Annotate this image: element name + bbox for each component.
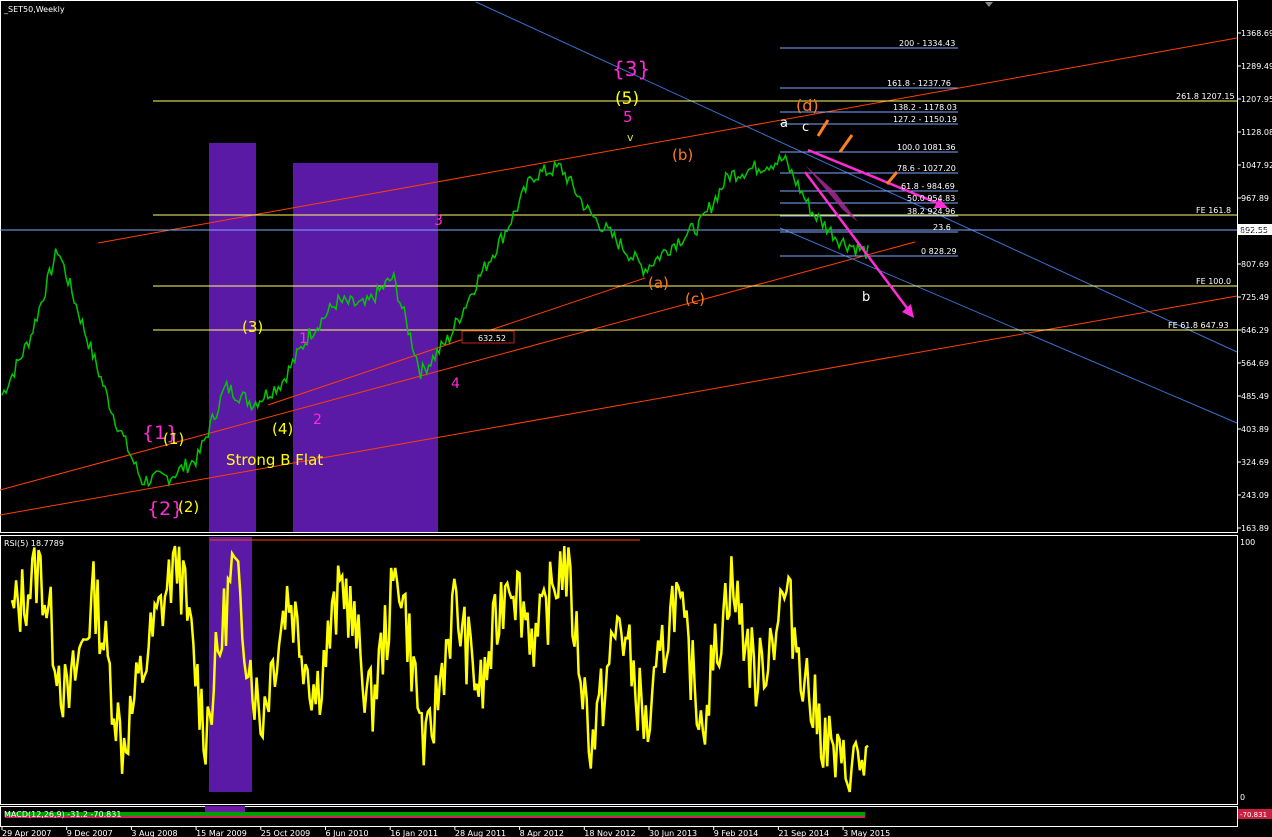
channel-mid (0, 241, 916, 491)
channel-upper (97, 37, 1238, 244)
fib-retracement-label: 50.0 954.83 (907, 194, 955, 203)
window-scroll-marker[interactable] (985, 2, 993, 7)
price-axis-label: 725.49 (1241, 293, 1269, 302)
time-axis-label: 21 Sep 2014 (778, 829, 829, 837)
fib-retracement-label: 78.6 - 1027.20 (897, 164, 956, 173)
wave-label: 5 (623, 108, 633, 126)
strong-b-flat-label: Strong B Flat (226, 451, 323, 469)
wave-label: 3 (434, 213, 443, 229)
price-axis-label: 892.55 (1241, 227, 1269, 236)
wave-label: v (627, 131, 634, 144)
price-axis-label: 1128.08 (1241, 128, 1272, 137)
fib-retracement-label: 200 - 1334.43 (899, 39, 955, 48)
rsi-pane-title: RSI(5) 18.7789 (4, 539, 64, 548)
wave-label: (5) (615, 89, 639, 109)
wave-label: (b) (672, 146, 693, 164)
price-axis-label: 807.69 (1241, 260, 1269, 269)
time-axis-label: 18 Nov 2012 (584, 829, 635, 837)
wave-label: a (780, 116, 788, 131)
time-axis-label: 6 Jun 2010 (326, 829, 369, 837)
wave-label: b (862, 290, 870, 305)
rsi-series-line (10, 545, 869, 793)
price-axis-label: 243.09 (1241, 491, 1269, 500)
time-axis-label: 30 Jun 2013 (649, 829, 697, 837)
fib-extension-label: FE 100.0 (1196, 277, 1231, 286)
wave-label: (1) (163, 430, 184, 448)
fib-extension-label: FE 61.8 647.93 (1168, 321, 1229, 330)
fib-retracement-label: 127.2 - 1150.19 (893, 115, 957, 124)
wave-label: (2) (178, 498, 199, 516)
magenta-arrowhead-2 (902, 304, 914, 318)
purple-zone-macd (205, 806, 245, 812)
wave-label: (4) (272, 420, 293, 438)
time-axis: 29 Apr 2007 9 Dec 2007 3 Aug 2008 15 Mar 20… (1, 826, 890, 837)
main-pane-title: _SET50,Weekly (3, 5, 65, 14)
fib-retracement-label: 138.2 - 1178.03 (893, 103, 957, 112)
price-axis-label: 485.49 (1241, 392, 1269, 401)
time-axis-label: 3 May 2015 (843, 829, 890, 837)
time-axis-label: 29 Apr 2007 (2, 829, 51, 837)
macd-histogram (5, 812, 865, 818)
wave-label: 2 (313, 412, 322, 428)
fib-retracement-label: 61.8 - 984.69 (901, 182, 955, 191)
time-axis-label: 9 Dec 2007 (67, 829, 113, 837)
fib-extension-label: 261.8 1207.15 (1176, 92, 1235, 101)
price-axis-label: 646.29 (1241, 326, 1269, 335)
price-axis-label: 403.89 (1241, 425, 1269, 434)
purple-zone-2 (293, 163, 438, 532)
wave-label: c (802, 120, 809, 135)
fib-retracement-label: 100.0 1081.36 (897, 143, 956, 152)
magenta-arrow-line-2 (804, 171, 911, 313)
price-axis-label: 1368.69 (1241, 29, 1272, 38)
fib-retracement-label: 0 828.29 (921, 247, 957, 256)
macd-pane-title: MACD(12,26,9) -31.2 -70.831 (4, 810, 121, 819)
fib-extension-label: FE 161.8 (1196, 206, 1231, 215)
channel-lower (0, 295, 1238, 516)
rsi-axis-max: 100 (1240, 538, 1255, 547)
time-axis-label: 28 Aug 2011 (455, 829, 506, 837)
wave-label: 4 (451, 376, 460, 392)
price-axis-label: 1289.49 (1241, 62, 1272, 71)
fib-retracement-label: 23.6 (933, 223, 951, 232)
time-axis-label: 25 Oct 2009 (261, 829, 310, 837)
time-axis-label: 15 Mar 2009 (196, 829, 247, 837)
fib-retracement-label: 161.8 - 1237.76 (887, 79, 951, 88)
blue-downtrend-1 (475, 1, 1238, 353)
price-axis-label: 1047.92 (1241, 161, 1272, 170)
price-axis: 1368.69 1289.49 1207.95 1128.08 1047.92 967.8… (1237, 29, 1272, 533)
wave-label: {3} (612, 57, 650, 81)
price-axis-label: 163.89 (1241, 524, 1269, 533)
fib-retracement-label: 38.2 924.96 (907, 207, 955, 216)
time-axis-label: 16 Jan 2011 (390, 829, 438, 837)
time-axis-label: 8 Apr 2012 (520, 829, 564, 837)
price-axis-label: 564.69 (1241, 359, 1269, 368)
price-axis-label: 967.89 (1241, 194, 1269, 203)
wave-label: (a) (648, 274, 669, 292)
price-marker-label: 632.52 (478, 334, 506, 343)
price-axis-label: 324.69 (1241, 458, 1269, 467)
time-axis-label: 3 Aug 2008 (131, 829, 177, 837)
rsi-axis-min: 0 (1240, 793, 1245, 802)
wave-label: (c) (685, 290, 705, 308)
wave-label: (d) (796, 96, 819, 115)
macd-value-label: -70.831 (1240, 811, 1267, 819)
price-axis-label: 1207.95 (1241, 95, 1272, 104)
time-axis-label: 9 Feb 2014 (714, 829, 759, 837)
wave-label: (3) (242, 318, 263, 336)
wave-label: 1 (299, 331, 308, 347)
chart-canvas: 632.52 892.55 -70.831 _SET50,Weekly RSI(… (0, 0, 1272, 837)
